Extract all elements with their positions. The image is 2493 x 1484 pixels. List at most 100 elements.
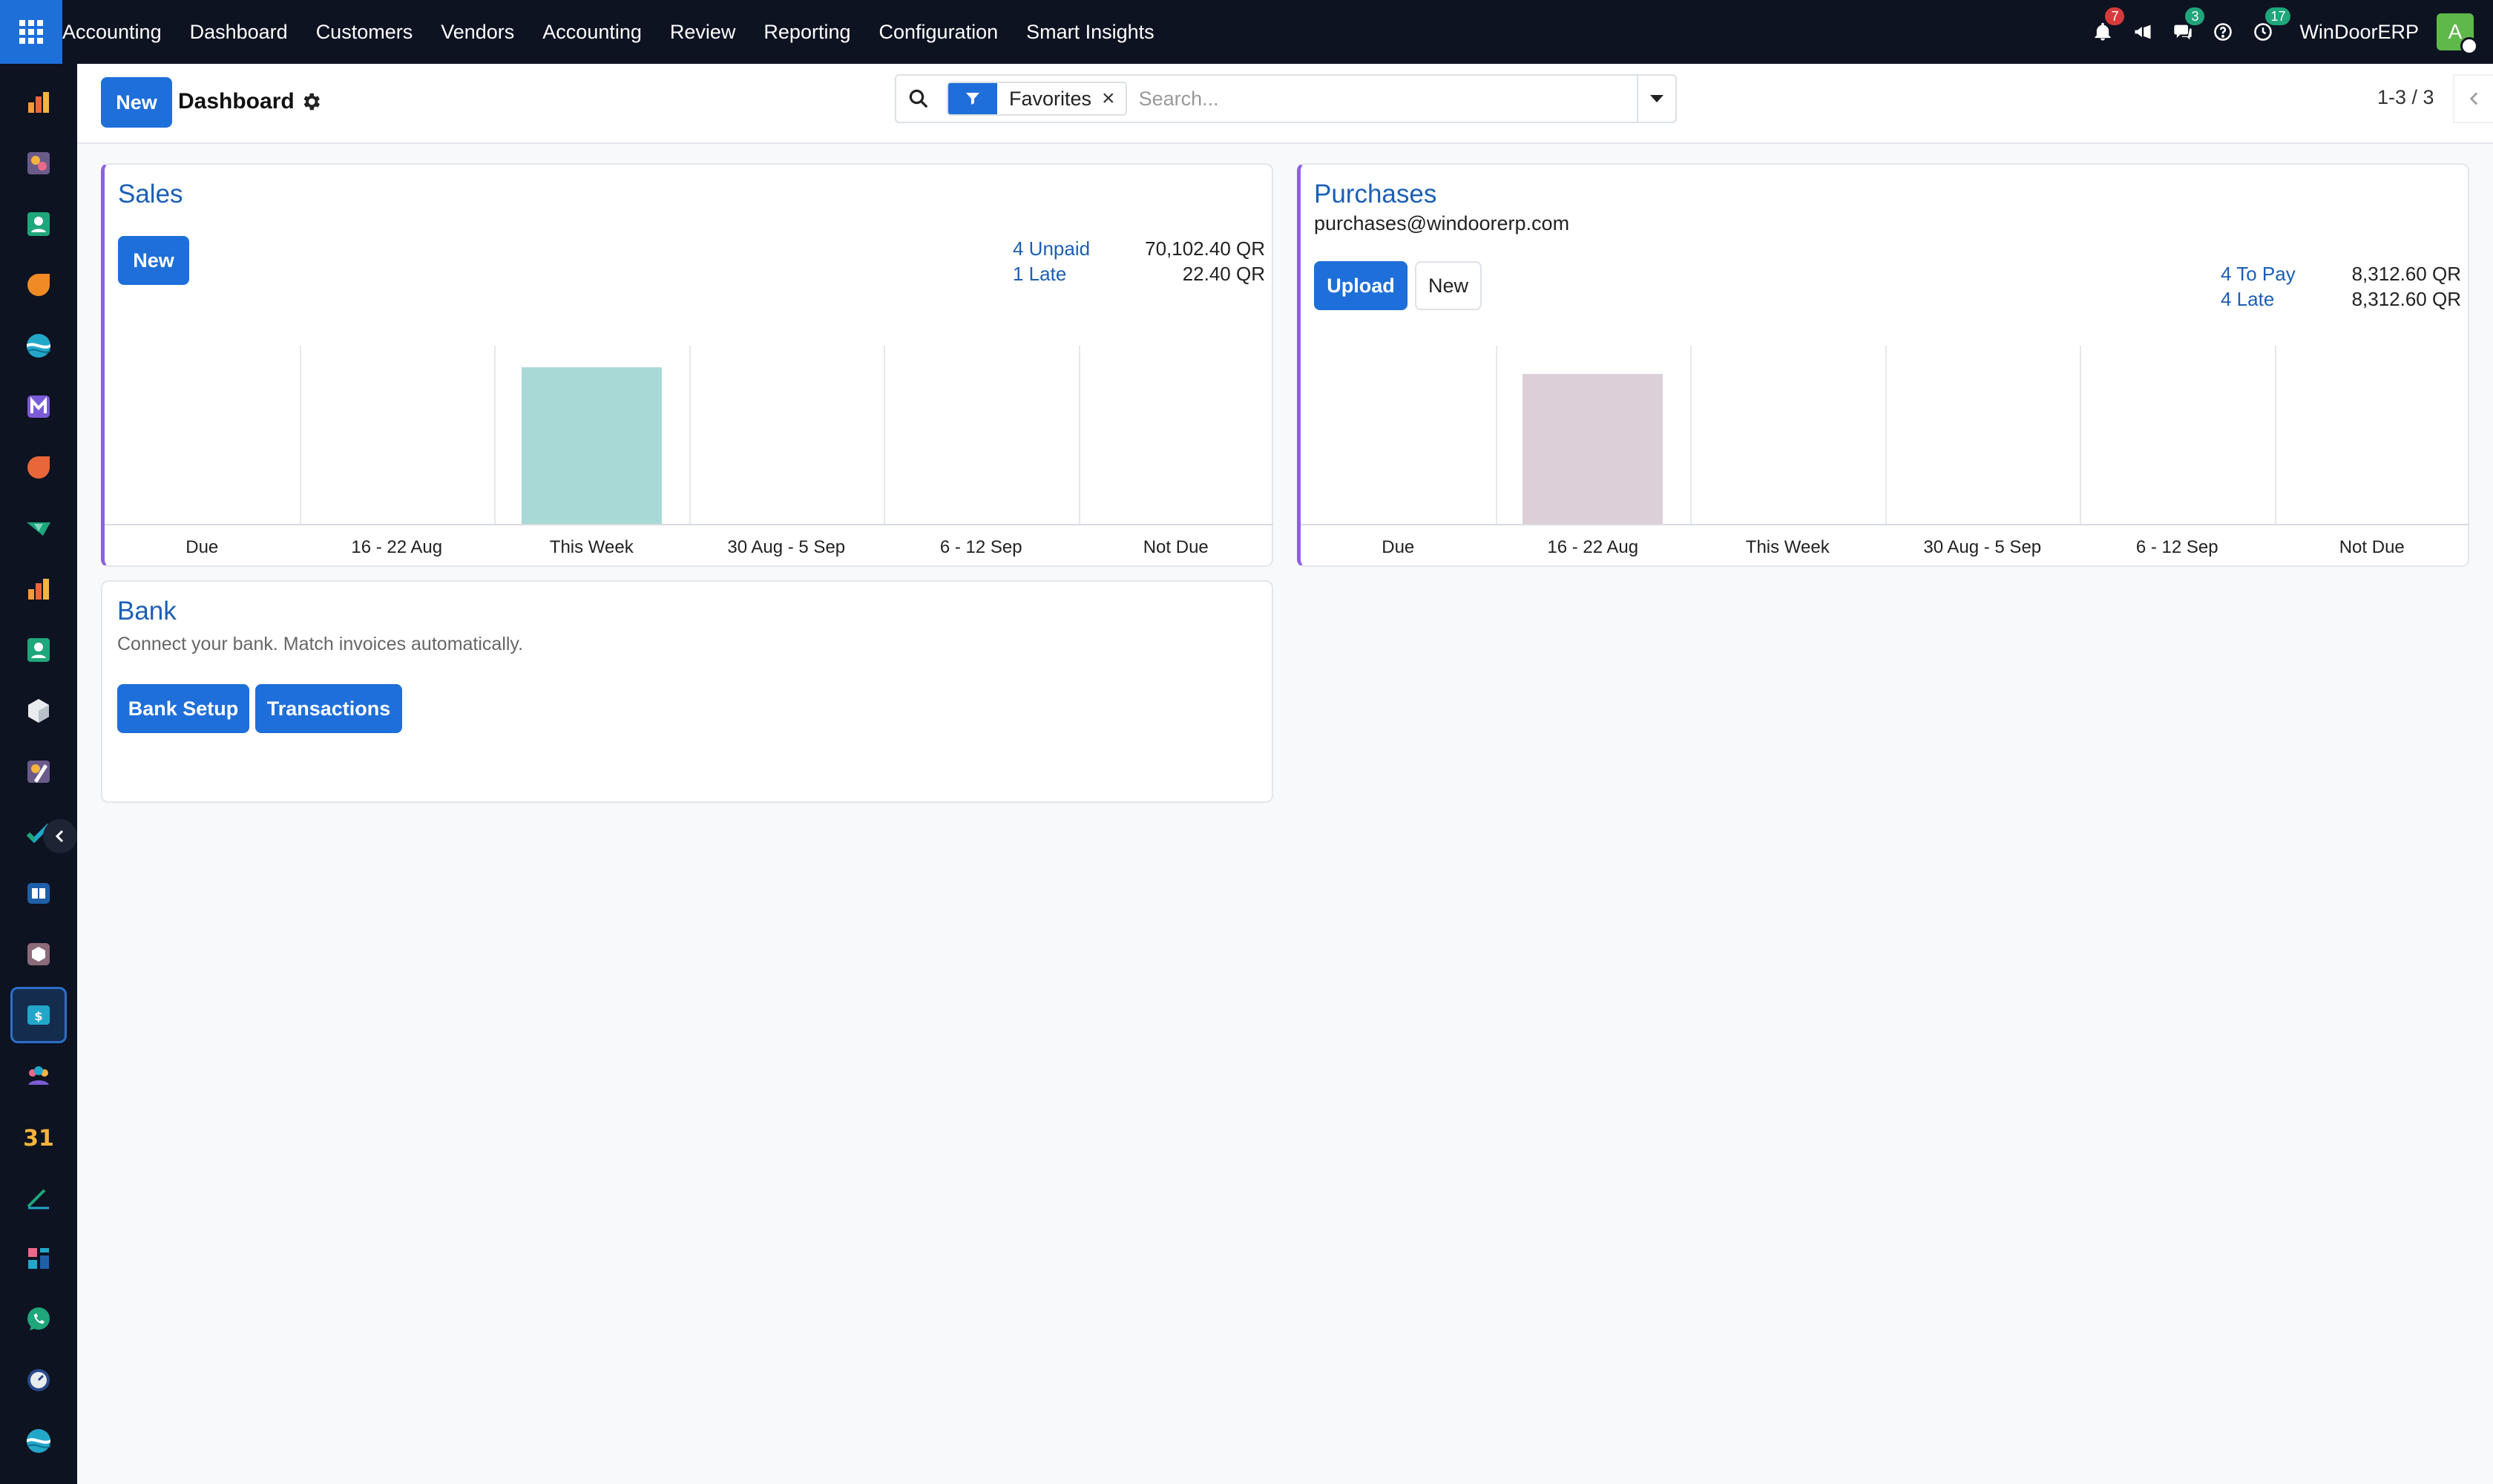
reporting-app-icon[interactable] [10, 74, 67, 131]
menu-accounting[interactable]: Accounting [528, 0, 656, 64]
help-button[interactable] [2203, 0, 2243, 64]
accounting-app-icon[interactable]: $ [10, 987, 67, 1043]
chart-tick-label: Not Due [1143, 537, 1209, 557]
sales-new-button[interactable]: New [118, 236, 189, 285]
purchases-late-link[interactable]: 4 Late [2221, 286, 2274, 312]
sales-late-amount: 22.40 QR [1182, 263, 1265, 285]
discuss-app-icon[interactable] [10, 257, 67, 313]
bank-setup-button[interactable]: Bank Setup [117, 684, 249, 733]
chart-tick-label: 30 Aug - 5 Sep [727, 537, 846, 557]
purchases-chart: Due 16 - 22 Aug This Week 30 Aug - 5 Sep 6 -… [1301, 343, 2469, 565]
contacts-app-icon[interactable] [10, 196, 67, 252]
user-menu[interactable]: A [2437, 13, 2478, 55]
notifications-button[interactable]: 7 [2083, 0, 2125, 64]
notifications-badge: 7 [2105, 7, 2125, 25]
presence-status-dot [2460, 37, 2478, 55]
pager-value[interactable]: 1-3 / 3 [2377, 86, 2434, 109]
top-menu: Accounting Dashboard Customers Vendors A… [62, 0, 1169, 64]
chevron-left-icon [2469, 92, 2478, 105]
menu-smart-insights[interactable]: Smart Insights [1012, 0, 1169, 64]
website-2-app-icon[interactable] [10, 1413, 67, 1469]
studio-app-icon[interactable] [10, 743, 67, 800]
purchases-title[interactable]: Purchases [1314, 180, 1436, 209]
new-button[interactable]: New [101, 77, 172, 128]
chart-gridline [2080, 346, 2081, 524]
chart-gridline [1690, 346, 1692, 524]
paint-app-icon[interactable] [10, 135, 67, 191]
facet-remove-icon[interactable]: × [1102, 86, 1126, 111]
svg-text:31: 31 [24, 1126, 53, 1152]
chart-gridline [1885, 346, 1887, 524]
messages-button[interactable]: 3 [2163, 0, 2205, 64]
search-options-toggle[interactable] [1637, 76, 1675, 122]
purchases-upload-button[interactable]: Upload [1314, 261, 1408, 310]
website-app-icon[interactable] [10, 318, 67, 374]
caret-down-icon [1650, 95, 1663, 102]
chart-tick-label: Not Due [2339, 537, 2405, 557]
menu-reporting[interactable]: Reporting [749, 0, 864, 64]
bank-journal-card: Bank Connect your bank. Match invoices a… [101, 580, 1273, 803]
chart-bar[interactable] [1523, 374, 1663, 524]
favorites-facet: Favorites × [947, 82, 1127, 116]
chart-gridline [1495, 346, 1497, 524]
manufacturing-app-icon[interactable] [10, 926, 67, 982]
company-switcher[interactable]: WinDoorERP [2283, 21, 2437, 44]
menu-review[interactable]: Review [656, 0, 750, 64]
email-marketing-app-icon[interactable] [10, 378, 67, 435]
menu-dashboard[interactable]: Dashboard [176, 0, 302, 64]
sales-unpaid-amount: 70,102.40 QR [1145, 237, 1265, 260]
chart-gridline [2274, 346, 2276, 524]
chart-x-axis [1301, 524, 2469, 525]
purchases-email: purchases@windoorerp.com [1314, 212, 1570, 234]
timesheets-app-icon[interactable] [10, 1352, 67, 1408]
sales-stats: 4 Unpaid 70,102.40 QR 1 Late 22.40 QR [1013, 236, 1265, 286]
planning-app-icon[interactable] [10, 1169, 67, 1226]
employees-app-icon[interactable] [10, 622, 67, 678]
charts-app-icon[interactable] [10, 561, 67, 617]
sign-app-icon[interactable] [10, 500, 67, 556]
chart-tick-label: 6 - 12 Sep [2135, 537, 2218, 557]
dashboards-app-icon[interactable] [10, 1230, 67, 1287]
chart-bar[interactable] [521, 367, 662, 524]
app-menu-button[interactable] [0, 0, 62, 64]
sales-title[interactable]: Sales [118, 180, 183, 209]
chart-gridline [689, 346, 691, 524]
purchases-new-button[interactable]: New [1415, 261, 1482, 310]
sales-unpaid-link[interactable]: 4 Unpaid [1013, 236, 1090, 261]
chart-gridline [1078, 346, 1080, 524]
bank-title[interactable]: Bank [117, 597, 177, 626]
menu-customers[interactable]: Customers [302, 0, 427, 64]
megaphone-icon [2135, 24, 2151, 39]
chart-gridline [884, 346, 885, 524]
sidebar-collapse-button[interactable] [43, 819, 77, 853]
whatsapp-app-icon[interactable] [10, 1291, 67, 1347]
activities-badge: 17 [2265, 7, 2291, 25]
calendar-app-icon[interactable]: 31 [10, 1109, 67, 1165]
filter-icon [948, 83, 997, 114]
gear-icon[interactable] [300, 91, 322, 113]
knowledge-app-icon[interactable] [10, 865, 67, 922]
sales-chart: Due 16 - 22 Aug This Week 30 Aug - 5 Sep 6 -… [105, 343, 1273, 565]
sales-late-link[interactable]: 1 Late [1013, 261, 1066, 286]
menu-vendors[interactable]: Vendors [427, 0, 528, 64]
purchases-to-pay-link[interactable]: 4 To Pay [2221, 261, 2296, 286]
purchases-late-amount: 8,312.60 QR [2351, 288, 2461, 310]
pager-previous-button[interactable] [2453, 74, 2493, 123]
announcements-button[interactable] [2123, 0, 2163, 64]
grid-icon [19, 20, 43, 44]
menu-configuration[interactable]: Configuration [865, 0, 1013, 64]
chart-gridline [299, 346, 301, 524]
app-name-accounting[interactable]: Accounting [62, 0, 176, 64]
top-navbar: Accounting Dashboard Customers Vendors A… [0, 0, 2493, 64]
bank-transactions-button[interactable]: Transactions [255, 684, 402, 733]
bank-description: Connect your bank. Match invoices automa… [117, 634, 524, 654]
chart-tick-label: This Week [1745, 537, 1830, 557]
team-app-icon[interactable] [10, 1048, 67, 1104]
search-input[interactable] [1126, 76, 1637, 121]
search-icon[interactable] [896, 76, 941, 122]
livechat-app-icon[interactable] [10, 439, 67, 496]
purchases-stats: 4 To Pay 8,312.60 QR 4 Late 8,312.60 QR [2221, 261, 2461, 312]
messages-badge: 3 [2185, 7, 2205, 25]
activities-button[interactable]: 17 [2243, 0, 2291, 64]
inventory-app-icon[interactable] [10, 683, 67, 739]
